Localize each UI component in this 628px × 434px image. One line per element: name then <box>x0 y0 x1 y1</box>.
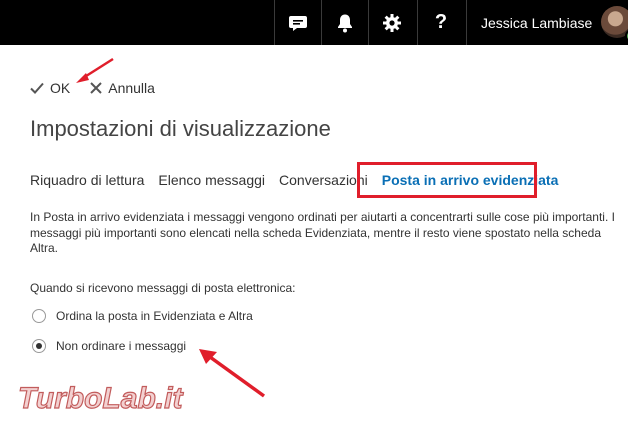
radio-do-not-sort[interactable] <box>32 339 46 353</box>
gear-icon <box>383 13 401 32</box>
arrow-to-option-icon <box>199 349 266 398</box>
user-name: Jessica Lambiase <box>481 14 593 31</box>
ok-button[interactable]: OK <box>30 80 70 96</box>
chat-icon <box>289 15 307 31</box>
tab-focused-inbox[interactable]: Posta in arrivo evidenziata <box>382 172 559 188</box>
radio-sort-focused-other[interactable] <box>32 309 46 323</box>
option-do-not-sort[interactable]: Non ordinare i messaggi <box>32 339 186 353</box>
chat-button[interactable] <box>274 0 321 45</box>
svg-text:TurboLab.it: TurboLab.it <box>18 382 184 415</box>
avatar[interactable] <box>601 6 628 38</box>
turbolab-watermark: TurboLab.it <box>17 381 185 415</box>
cancel-label: Annulla <box>108 80 155 96</box>
tab-message-list[interactable]: Elenco messaggi <box>158 172 265 188</box>
tab-conversations[interactable]: Conversazioni <box>279 172 368 188</box>
ok-label: OK <box>50 80 71 96</box>
settings-tabs: Riquadro di lettura Elenco messaggi Conv… <box>30 172 558 188</box>
page-title: Impostazioni di visualizzazione <box>30 116 331 141</box>
checkmark-icon <box>30 82 44 94</box>
action-bar: OK Annulla <box>30 78 175 98</box>
help-button[interactable]: ? <box>417 0 464 45</box>
top-bar: ? Jessica Lambiase <box>0 0 628 45</box>
help-icon: ? <box>434 11 448 33</box>
options-question: Quando si ricevono messaggi di posta ele… <box>30 281 296 295</box>
tab-reading-pane[interactable]: Riquadro di lettura <box>30 172 144 188</box>
notifications-button[interactable] <box>321 0 368 45</box>
bell-icon <box>338 14 352 32</box>
option-label: Ordina la posta in Evidenziata e Altra <box>56 309 253 323</box>
option-label: Non ordinare i messaggi <box>56 339 187 353</box>
focused-inbox-description: In Posta in arrivo evidenziata i messagg… <box>30 210 615 255</box>
option-sort-focused-other[interactable]: Ordina la posta in Evidenziata e Altra <box>32 309 253 323</box>
close-icon <box>90 82 102 94</box>
settings-button[interactable] <box>368 0 415 45</box>
cancel-button[interactable]: Annulla <box>90 80 155 96</box>
user-menu[interactable]: Jessica Lambiase <box>466 0 628 45</box>
